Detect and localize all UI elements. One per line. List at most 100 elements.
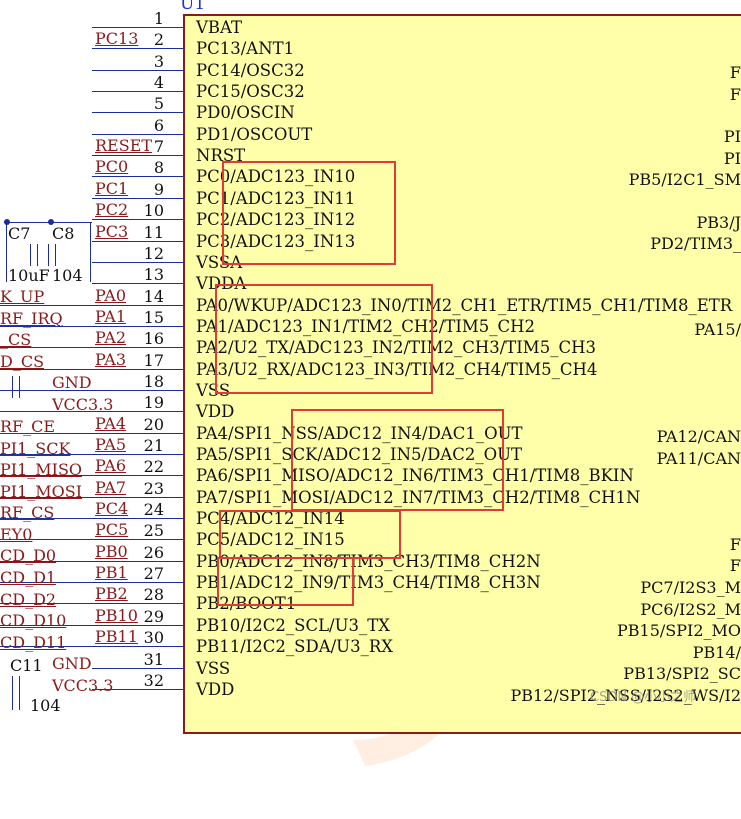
net-label: RESET — [95, 136, 153, 156]
pin-name: VSS — [196, 658, 231, 678]
pin-number: 22 — [143, 457, 164, 477]
right-pin-label: PI — [723, 127, 741, 146]
net-label: PA5 — [95, 435, 127, 454]
left-signal-lcdd10: CD_D10 — [0, 611, 67, 630]
pin-number: 20 — [143, 414, 164, 434]
pin-number: 25 — [143, 521, 164, 541]
net-label: PA0 — [95, 285, 127, 305]
left-signal-spi1sck: PI1_SCK — [0, 439, 71, 458]
cap-c8-plate-b — [55, 244, 56, 266]
highlight-box-pc0-pc3 — [222, 161, 396, 265]
pin-name: VBAT — [196, 18, 243, 37]
right-pin-label: F — [729, 63, 741, 82]
left-signal-spi1mosi: PI1_MOSI — [0, 482, 83, 501]
junction-dot — [4, 219, 10, 225]
right-pin-label: PI — [723, 149, 741, 168]
pin-lead — [92, 646, 183, 648]
net-label: PA3 — [95, 349, 127, 369]
pin-number: 3 — [153, 51, 164, 71]
pin-number: 21 — [143, 436, 164, 455]
pin-lead — [92, 155, 183, 157]
pin-lead — [92, 304, 183, 306]
cap-gnd-plate-b — [19, 376, 20, 398]
pin-lead — [92, 454, 183, 455]
net-label: PA2 — [95, 328, 127, 348]
right-pin-label: F — [729, 535, 741, 554]
pin-number: 28 — [143, 585, 164, 605]
pin-lead — [92, 112, 183, 114]
pin-lead — [92, 539, 183, 541]
pin-lead — [92, 560, 183, 562]
net-label: PA4 — [95, 413, 127, 433]
pin-number: 8 — [153, 158, 164, 178]
left-signal-rfcs: RF_CS — [0, 503, 55, 522]
pin-lead — [92, 27, 183, 28]
net-label: PB2 — [95, 584, 128, 604]
pin-lead — [92, 219, 183, 221]
pin-lead — [92, 240, 183, 242]
pin-lead — [92, 69, 183, 71]
cap-c11-value: 104 — [30, 696, 61, 715]
pin-lead — [92, 518, 183, 520]
cap-c7-label: C7 — [8, 224, 31, 243]
net-label: PB0 — [95, 541, 128, 561]
left-signal-lcdd1: CD_D1 — [0, 568, 57, 587]
pin-name: VDD — [196, 679, 235, 699]
pin-number: 16 — [143, 329, 164, 349]
pin-name: PB10/I2C2_SCL/U3_TX — [196, 615, 391, 635]
gnd-label-2: GND — [52, 654, 92, 673]
right-pin-label: PA15/ — [694, 320, 741, 339]
chip-designator: U1 — [180, 0, 206, 14]
highlight-box-pa0-pa3 — [215, 284, 433, 394]
pin-name: PB11/I2C2_SDA/U3_RX — [196, 637, 394, 657]
pin-lead — [92, 475, 183, 477]
highlight-box-pb0-pb1 — [217, 557, 354, 606]
pin-lead — [92, 197, 183, 199]
pin-number: 11 — [143, 222, 164, 242]
net-label: PC0 — [95, 157, 129, 177]
net-label: PC13 — [95, 29, 139, 49]
vcc-label-1: VCC3.3 — [52, 395, 114, 414]
right-pin-label: F — [729, 85, 741, 104]
pin-name: VDD — [196, 402, 235, 422]
pin-lead — [92, 667, 183, 669]
left-signal-dcs: D_CS — [0, 352, 45, 371]
pin-lead — [92, 389, 183, 391]
highlight-box-pa4-pa7 — [291, 409, 504, 511]
pin-name: PD0/OSCIN — [196, 103, 295, 123]
right-pin-label: PB15/SPI2_MO — [617, 621, 741, 640]
cap-gnd-plate-a — [12, 376, 13, 398]
net-label: PC5 — [95, 520, 129, 540]
left-signal-rfce: RF_CE — [0, 417, 56, 436]
pin-number: 19 — [143, 393, 164, 413]
pin-number: 23 — [143, 478, 164, 498]
pin-lead — [92, 582, 183, 584]
net-label: PC4 — [95, 499, 129, 519]
right-pin-label: PB13/SPI2_SC — [623, 664, 741, 683]
right-pin-label: PB3/J — [696, 213, 741, 232]
right-pin-label: PB14/ — [692, 643, 741, 662]
pin-number: 17 — [143, 350, 164, 370]
net-label: PA6 — [95, 456, 127, 476]
pin-number: 18 — [143, 371, 164, 391]
pin-number: 30 — [143, 628, 164, 648]
pin-number: 9 — [153, 179, 164, 199]
pin-lead — [92, 133, 183, 135]
net-label: PC3 — [95, 221, 129, 241]
left-signal-cs: _CS — [0, 330, 32, 349]
pin-lead — [92, 432, 183, 434]
pin-number: 31 — [143, 649, 164, 669]
cap-c8-plate-a — [48, 244, 49, 266]
pin-lead — [92, 624, 183, 626]
gnd-label-1: GND — [52, 373, 92, 392]
highlight-box-pc4-pc5 — [219, 510, 401, 559]
left-signal-lcdd2: CD_D2 — [0, 590, 57, 609]
right-pin-label: F — [729, 556, 741, 575]
cap-c7-plate-b — [37, 244, 38, 266]
pin-lead — [92, 261, 183, 263]
pin-name: PC14/OSC32 — [196, 60, 305, 80]
cap-c8-value: 104 — [52, 266, 83, 285]
cap-c7-value: 10uF — [8, 266, 50, 285]
pin-number: 15 — [143, 307, 164, 327]
right-pin-label: PA11/CAN — [656, 449, 741, 468]
